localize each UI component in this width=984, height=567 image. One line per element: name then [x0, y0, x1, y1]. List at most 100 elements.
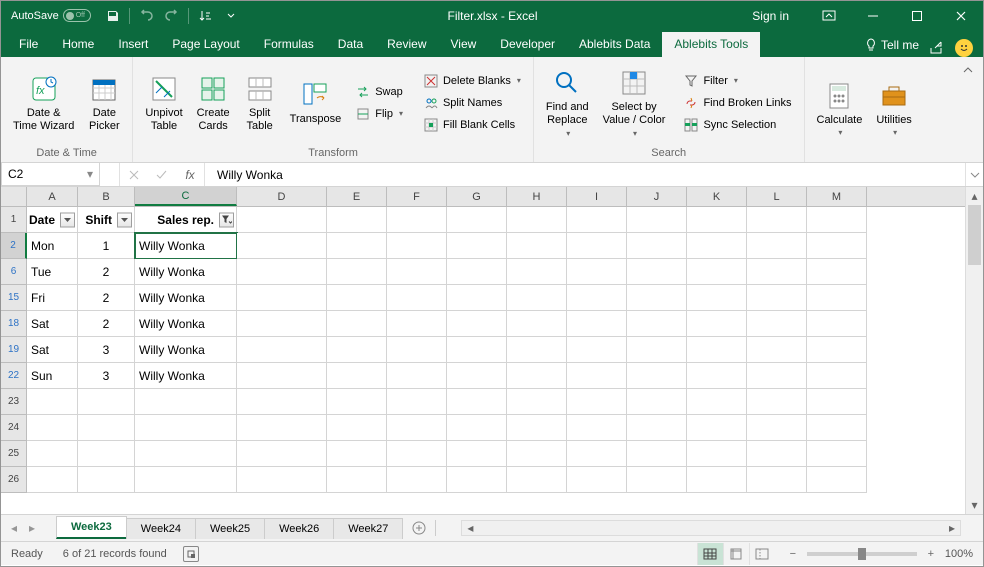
cell-L19[interactable] [747, 337, 807, 363]
column-header-F[interactable]: F [387, 187, 447, 206]
cell-A23[interactable] [27, 389, 78, 415]
cell-A15[interactable]: Fri [27, 285, 78, 311]
cell-E19[interactable] [327, 337, 387, 363]
split-table-button[interactable]: Split Table [240, 71, 280, 134]
cell-L1[interactable] [747, 207, 807, 233]
cell-F18[interactable] [387, 311, 447, 337]
sort-button[interactable] [193, 4, 217, 28]
cell-G18[interactable] [447, 311, 507, 337]
cell-L2[interactable] [747, 233, 807, 259]
cell-L25[interactable] [747, 441, 807, 467]
cell-D6[interactable] [237, 259, 327, 285]
fill-blanks-button[interactable]: Fill Blank Cells [419, 115, 525, 135]
transpose-button[interactable]: Transpose [286, 77, 346, 128]
cell-C15[interactable]: Willy Wonka [135, 285, 237, 311]
sheet-tab-week25[interactable]: Week25 [195, 518, 265, 539]
sheet-tab-week26[interactable]: Week26 [264, 518, 334, 539]
cell-J24[interactable] [627, 415, 687, 441]
save-button[interactable] [101, 4, 125, 28]
cell-J26[interactable] [627, 467, 687, 493]
cell-I25[interactable] [567, 441, 627, 467]
row-header[interactable]: 1 [1, 207, 27, 233]
insert-function-button[interactable]: fx [176, 168, 204, 182]
cell-C22[interactable]: Willy Wonka [135, 363, 237, 389]
cell-H22[interactable] [507, 363, 567, 389]
cell-L26[interactable] [747, 467, 807, 493]
cell-I1[interactable] [567, 207, 627, 233]
cell-M23[interactable] [807, 389, 867, 415]
filter-dropdown-A[interactable] [60, 212, 75, 227]
cell-J6[interactable] [627, 259, 687, 285]
cell-E6[interactable] [327, 259, 387, 285]
cell-M26[interactable] [807, 467, 867, 493]
cell-J23[interactable] [627, 389, 687, 415]
cell-A25[interactable] [27, 441, 78, 467]
row-header[interactable]: 22 [1, 363, 27, 389]
cell-K2[interactable] [687, 233, 747, 259]
tab-view[interactable]: View [439, 32, 489, 57]
cell-E22[interactable] [327, 363, 387, 389]
cell-F25[interactable] [387, 441, 447, 467]
tab-file[interactable]: File [7, 32, 50, 57]
date-picker-button[interactable]: Date Picker [84, 71, 124, 134]
cell-C26[interactable] [135, 467, 237, 493]
cell-F24[interactable] [387, 415, 447, 441]
sheet-tab-week27[interactable]: Week27 [333, 518, 403, 539]
zoom-in[interactable]: + [923, 546, 939, 562]
cell-K15[interactable] [687, 285, 747, 311]
ribbon-options-button[interactable] [807, 1, 851, 30]
cell-H6[interactable] [507, 259, 567, 285]
cell-K6[interactable] [687, 259, 747, 285]
cell-J18[interactable] [627, 311, 687, 337]
cell-G19[interactable] [447, 337, 507, 363]
cell-I18[interactable] [567, 311, 627, 337]
cell-K25[interactable] [687, 441, 747, 467]
cell-L18[interactable] [747, 311, 807, 337]
row-header[interactable]: 23 [1, 389, 27, 415]
cell-A1[interactable]: Date [27, 207, 78, 233]
cell-I24[interactable] [567, 415, 627, 441]
cell-M22[interactable] [807, 363, 867, 389]
row-header[interactable]: 2 [1, 233, 27, 259]
cell-B2[interactable]: 1 [78, 233, 135, 259]
cell-F26[interactable] [387, 467, 447, 493]
cell-E26[interactable] [327, 467, 387, 493]
view-page-break[interactable] [749, 543, 775, 565]
tab-developer[interactable]: Developer [488, 32, 567, 57]
cell-A24[interactable] [27, 415, 78, 441]
cell-D23[interactable] [237, 389, 327, 415]
cell-E2[interactable] [327, 233, 387, 259]
share-icon[interactable] [929, 41, 945, 55]
sheet-tab-week23[interactable]: Week23 [56, 516, 127, 539]
flip-button[interactable]: Flip▾ [351, 104, 407, 124]
new-sheet-button[interactable] [407, 516, 431, 540]
tell-me[interactable]: Tell me [855, 33, 929, 57]
scroll-up[interactable]: ▴ [966, 187, 983, 205]
cell-E1[interactable] [327, 207, 387, 233]
cell-M6[interactable] [807, 259, 867, 285]
column-header-M[interactable]: M [807, 187, 867, 206]
cell-M25[interactable] [807, 441, 867, 467]
close-button[interactable] [939, 1, 983, 30]
cell-K23[interactable] [687, 389, 747, 415]
cell-K19[interactable] [687, 337, 747, 363]
cell-D24[interactable] [237, 415, 327, 441]
scroll-thumb[interactable] [968, 205, 981, 265]
minimize-button[interactable] [851, 1, 895, 30]
split-names-button[interactable]: Split Names [419, 93, 525, 113]
cell-L23[interactable] [747, 389, 807, 415]
row-header[interactable]: 26 [1, 467, 27, 493]
cell-E23[interactable] [327, 389, 387, 415]
cell-D22[interactable] [237, 363, 327, 389]
cell-H15[interactable] [507, 285, 567, 311]
cell-C6[interactable]: Willy Wonka [135, 259, 237, 285]
row-header[interactable]: 24 [1, 415, 27, 441]
cell-M15[interactable] [807, 285, 867, 311]
cell-A26[interactable] [27, 467, 78, 493]
cell-M19[interactable] [807, 337, 867, 363]
cell-D26[interactable] [237, 467, 327, 493]
cell-D1[interactable] [237, 207, 327, 233]
cell-L6[interactable] [747, 259, 807, 285]
cell-F23[interactable] [387, 389, 447, 415]
cell-H18[interactable] [507, 311, 567, 337]
